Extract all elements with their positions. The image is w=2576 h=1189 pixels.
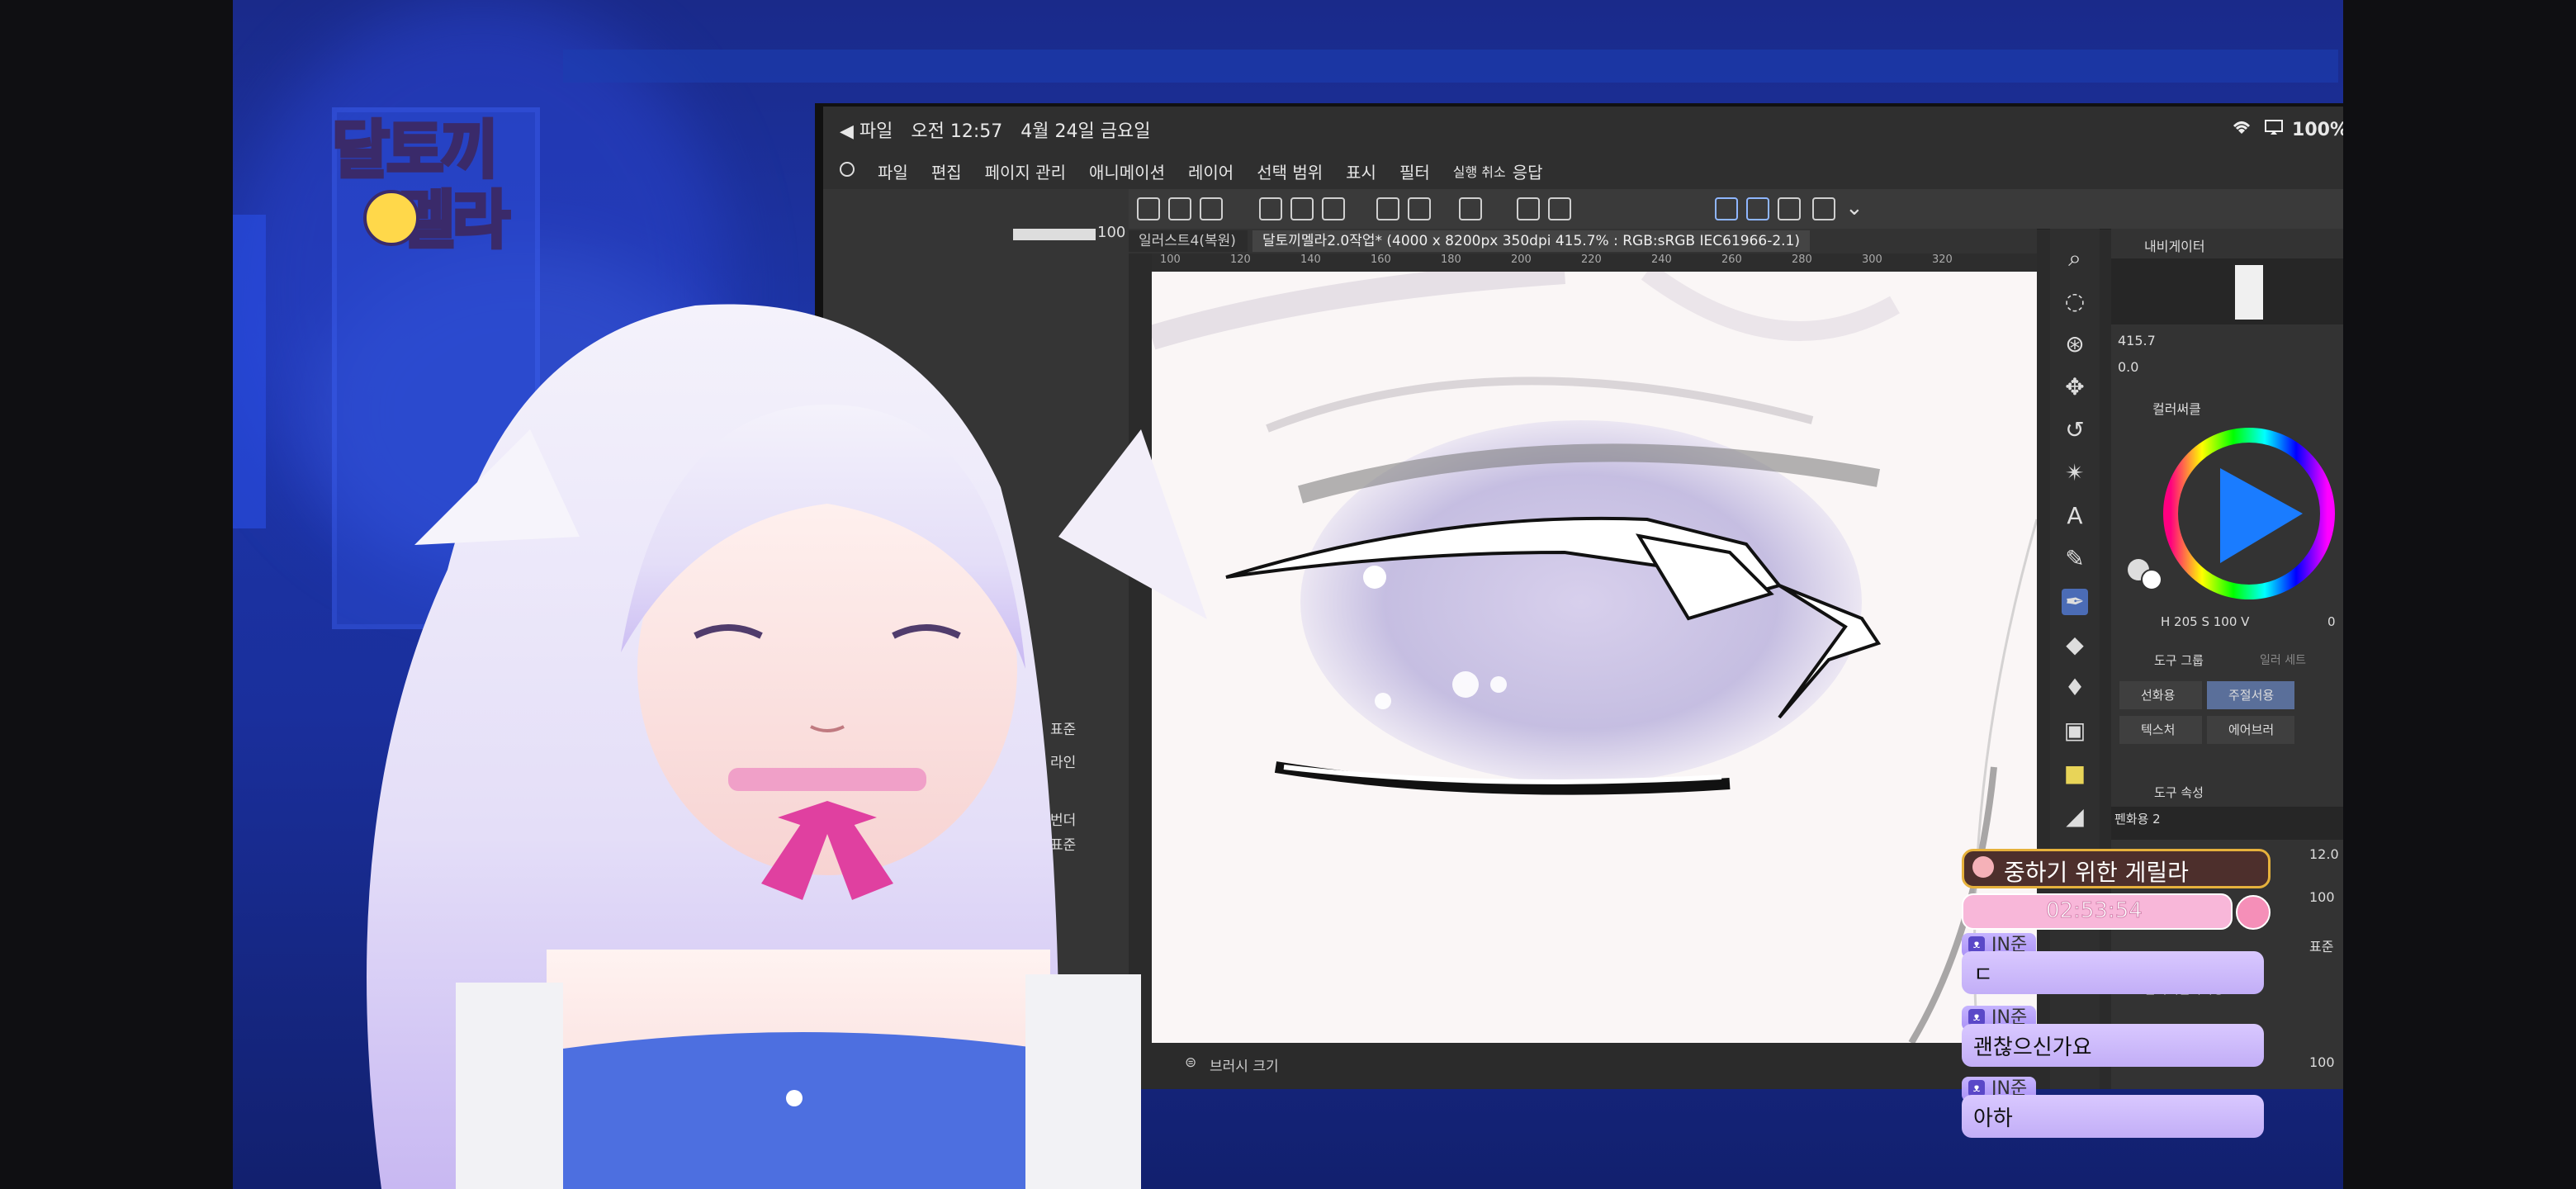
brush-size-value[interactable]: 12.0 xyxy=(2309,846,2339,862)
menu-filter[interactable]: 필터 xyxy=(1399,159,1430,183)
logo-line2: 멜라 xyxy=(396,182,512,258)
tool-main-line[interactable]: 주절서용 xyxy=(2207,681,2294,709)
status-date: 4월 24일 금요일 xyxy=(1020,121,1151,142)
paw-badge-icon xyxy=(2236,895,2271,930)
undo-icon[interactable] xyxy=(1376,197,1399,220)
cat-icon: ᴥ xyxy=(1968,1009,1985,1026)
chevron-down-icon[interactable]: ⌄ xyxy=(1845,196,1863,220)
back-to-files[interactable]: ◀ 파일 xyxy=(840,116,893,143)
brush-preview[interactable]: 펜화용 2 xyxy=(2111,807,2343,840)
cat-icon: ᴥ xyxy=(1968,936,1985,953)
ruler-tick: 180 xyxy=(1441,253,1461,266)
tool-props-title: 도구 속성 xyxy=(2154,785,2204,800)
moon-icon xyxy=(363,190,419,246)
right-letterbox xyxy=(2343,0,2576,1189)
chat-text: 괜찮으신가요 xyxy=(1973,1035,2092,1060)
wifi-icon xyxy=(2231,119,2252,140)
color-circle-title: 컬러써클 xyxy=(2152,401,2201,417)
auto-select-icon[interactable]: ⊛ xyxy=(2062,331,2088,358)
navigator-preview[interactable] xyxy=(2111,258,2343,324)
chat-message: 아하 xyxy=(1962,1095,2264,1138)
select-icon[interactable]: ◌ xyxy=(2062,288,2088,315)
figure-icon[interactable]: ■ xyxy=(2062,760,2088,787)
navigator-title: 내비게이터 xyxy=(2144,239,2205,254)
eraser-icon[interactable]: ◆ xyxy=(2062,632,2088,658)
stream-banner: 중하기 위한 게릴라 xyxy=(1962,849,2271,888)
hsv-values: H 205 S 100 V xyxy=(2161,614,2250,629)
stream-timer: 02:53:54 xyxy=(1962,893,2233,930)
save-icon[interactable] xyxy=(1322,197,1345,220)
angle-value[interactable]: 0.0 xyxy=(2118,359,2138,375)
status-time: 오전 12:57 xyxy=(911,121,1003,142)
menu-ok[interactable]: 응답 xyxy=(1513,159,1543,183)
chat-message: ㄷ xyxy=(1962,951,2264,994)
tool-group-other: 일러 세트 xyxy=(2260,654,2306,667)
chat-message: 괜찮으신가요 xyxy=(1962,1024,2264,1067)
tool-texture[interactable]: 텍스처 xyxy=(2119,716,2202,744)
tool-group-title: 도구 그룹 xyxy=(2154,653,2204,668)
timer-text: 02:53:54 xyxy=(2046,898,2143,924)
eyedropper-icon[interactable]: ✎ xyxy=(2062,546,2088,572)
zoom-icon[interactable]: ⌕ xyxy=(2062,245,2088,272)
ruler-tick: 300 xyxy=(1862,253,1882,266)
zoom-value[interactable]: 415.7 xyxy=(2118,333,2156,348)
screen-mirror-icon xyxy=(2264,119,2284,140)
lasso-icon[interactable]: ↺ xyxy=(2062,417,2088,443)
cat-icon: ᴥ xyxy=(1968,1080,1985,1097)
chat-text: 아하 xyxy=(1973,1106,2013,1131)
left-letterbox xyxy=(0,0,233,1189)
ipad-status-bar: ◀ 파일 오전 12:57 4월 24일 금요일 100% xyxy=(823,107,2343,153)
logo-line1: 달토끼 xyxy=(330,111,500,188)
menu-undo-hint[interactable]: 실행 취소 xyxy=(1453,161,1506,181)
ceiling-beam xyxy=(563,50,2338,83)
gradient-icon[interactable]: ▣ xyxy=(2062,718,2088,744)
sparkle-icon[interactable]: ✴ xyxy=(2062,460,2088,486)
ruler-tick: 260 xyxy=(1721,253,1742,266)
brush-opacity-value[interactable]: 100 xyxy=(2309,889,2335,905)
ruler-icon[interactable] xyxy=(1778,197,1801,220)
book-icon[interactable] xyxy=(1812,197,1835,220)
tool-lineart[interactable]: 선화용 xyxy=(2119,681,2202,709)
vector-pen-icon[interactable] xyxy=(1715,197,1738,220)
ruler-tick: 200 xyxy=(1511,253,1532,266)
brush-blend-value[interactable]: 표준 xyxy=(2309,936,2333,955)
crop-icon[interactable] xyxy=(1548,197,1571,220)
ruler-tick: 320 xyxy=(1932,253,1953,266)
chat-text: ㄷ xyxy=(1973,963,1993,988)
ruler-tick: 280 xyxy=(1792,253,1812,266)
tool-airbrush[interactable]: 에어브러 xyxy=(2207,716,2294,744)
paw-icon xyxy=(1972,856,1994,878)
battery-level: 100% xyxy=(2292,119,2343,140)
color-wheel[interactable] xyxy=(2162,427,2336,600)
ruler-tick: 220 xyxy=(1581,253,1602,266)
command-bar: ⌄ xyxy=(1129,189,2343,230)
ruler-tool-icon[interactable]: ◢ xyxy=(2062,803,2088,830)
vtuber-avatar xyxy=(367,304,1207,1189)
blend-icon[interactable]: ♦ xyxy=(2062,675,2088,701)
vector-eraser-icon[interactable] xyxy=(1746,197,1769,220)
text-icon[interactable]: A xyxy=(2062,503,2088,529)
settings-icon[interactable] xyxy=(1459,197,1482,220)
move-icon[interactable]: ✥ xyxy=(2062,374,2088,400)
v-value: 0 xyxy=(2327,614,2336,629)
last-value[interactable]: 100 xyxy=(2309,1054,2335,1070)
fill-icon[interactable] xyxy=(1517,197,1540,220)
ruler-tick: 160 xyxy=(1371,253,1391,266)
banner-text: 중하기 위한 게릴라 xyxy=(2004,859,2189,886)
ruler-tick: 240 xyxy=(1651,253,1672,266)
sub-color-swatch[interactable] xyxy=(2141,569,2162,590)
redo-icon[interactable] xyxy=(1408,197,1431,220)
menu-view[interactable]: 표시 xyxy=(1346,159,1376,183)
tab-active-document[interactable]: 달토끼멜라2.0작업* (4000 x 8200px 350dpi 415.7%… xyxy=(1252,230,1811,252)
pen-icon[interactable]: ✒ xyxy=(2062,589,2088,615)
channel-logo: 달토끼 멜라 xyxy=(330,66,538,258)
